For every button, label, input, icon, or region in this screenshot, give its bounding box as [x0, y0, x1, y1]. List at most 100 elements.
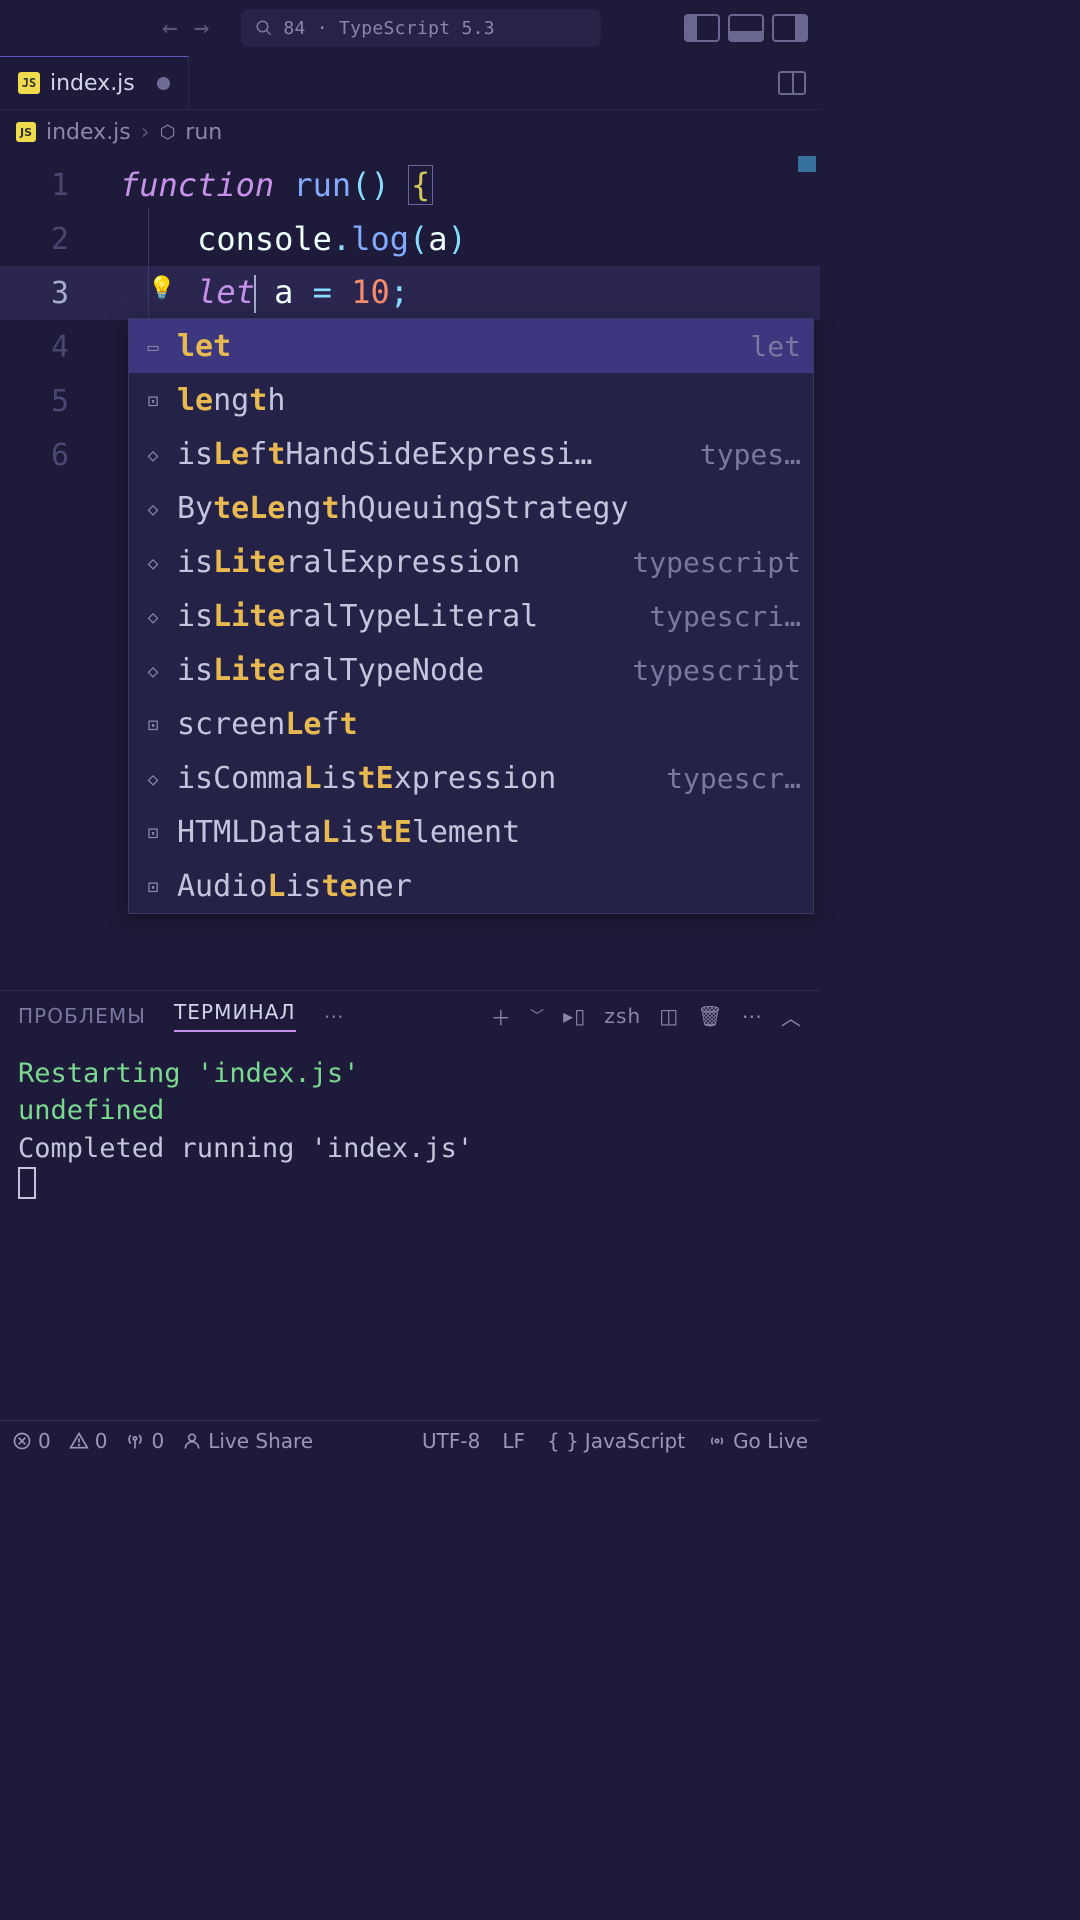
autocomplete-label: ByteLengthQueuingStrategy: [177, 491, 629, 526]
field-icon: ⊡: [141, 391, 165, 409]
autocomplete-label: HTMLDataListElement: [177, 815, 520, 850]
tab-problems[interactable]: ПРОБЛЕМЫ: [18, 1004, 146, 1028]
status-golive[interactable]: Go Live: [707, 1429, 808, 1453]
autocomplete-item[interactable]: ▭ let let: [129, 319, 813, 373]
terminal-line: Completed running: [18, 1133, 311, 1164]
lightbulb-icon[interactable]: 💡: [148, 276, 175, 301]
modified-indicator-icon: [157, 77, 170, 90]
error-icon: [12, 1431, 32, 1451]
method-icon: ◇: [141, 661, 165, 679]
shell-label[interactable]: zsh: [604, 1004, 641, 1028]
tab-index-js[interactable]: JS index.js: [0, 56, 189, 109]
toggle-panel-icon[interactable]: [728, 14, 764, 42]
autocomplete-detail: typescript: [632, 654, 801, 687]
autocomplete-item[interactable]: ⊡ AudioListener: [129, 859, 813, 913]
symbol-icon: ⬡: [160, 122, 176, 143]
new-terminal-icon[interactable]: ＋: [491, 1002, 512, 1031]
autocomplete-label: length: [177, 383, 285, 418]
tab-bar: JS index.js: [0, 56, 820, 110]
warning-icon: [69, 1431, 89, 1451]
split-editor-icon[interactable]: [778, 71, 806, 95]
code-line: 2 console.log(a): [0, 212, 820, 266]
line-number: 6: [0, 438, 120, 473]
terminal-cursor: [18, 1167, 36, 1199]
status-language[interactable]: { } JavaScript: [547, 1429, 685, 1453]
autocomplete-detail: typescript: [632, 546, 801, 579]
chevron-down-icon[interactable]: ﹀: [530, 1006, 545, 1026]
text-cursor: [254, 275, 256, 313]
terminal-output[interactable]: Restarting 'index.js' undefined Complete…: [0, 1041, 820, 1223]
autocomplete-label: isLiteralTypeLiteral: [177, 599, 538, 634]
method-icon: ◇: [141, 769, 165, 787]
autocomplete-popup[interactable]: ▭ let let ⊡ length ◇ isLeftHandSideExpressi… ty…: [128, 318, 814, 914]
autocomplete-label: let: [177, 329, 231, 364]
autocomplete-item[interactable]: ◇isLiteralTypeNodetypescript: [129, 643, 813, 697]
method-icon: ◇: [141, 553, 165, 571]
toggle-primary-sidebar-icon[interactable]: [684, 14, 720, 42]
status-ports[interactable]: 0: [125, 1429, 164, 1453]
chevron-right-icon: ›: [141, 120, 150, 145]
braces-icon: { }: [547, 1429, 579, 1453]
js-file-icon: JS: [16, 122, 36, 142]
js-file-icon: JS: [18, 72, 40, 94]
tab-terminal[interactable]: ТЕРМИНАЛ: [174, 1000, 296, 1032]
tab-label: index.js: [50, 71, 135, 96]
status-errors[interactable]: 0: [12, 1429, 51, 1453]
status-bar: 0 0 0 Live Share UTF-8 LF { } JavaScript…: [0, 1420, 820, 1460]
method-icon: ◇: [141, 499, 165, 517]
autocomplete-label: screenLeft: [177, 707, 358, 742]
autocomplete-label: AudioListener: [177, 869, 412, 904]
autocomplete-item[interactable]: ⊡ length: [129, 373, 813, 427]
search-icon: [255, 19, 273, 37]
status-warnings[interactable]: 0: [69, 1429, 108, 1453]
toggle-secondary-sidebar-icon[interactable]: [772, 14, 808, 42]
status-eol[interactable]: LF: [502, 1429, 525, 1453]
broadcast-icon: [707, 1431, 727, 1451]
field-icon: ⊡: [141, 715, 165, 733]
autocomplete-detail: typescri…: [649, 600, 801, 633]
field-icon: ⊡: [141, 877, 165, 895]
breadcrumb[interactable]: JS index.js › ⬡ run: [0, 110, 820, 154]
autocomplete-item[interactable]: ◇ isLeftHandSideExpressi… types…: [129, 427, 813, 481]
title-bar: ← → 84 · TypeScript 5.3: [0, 0, 820, 56]
autocomplete-item[interactable]: ⊡ screenLeft: [129, 697, 813, 751]
panel-tabs: ПРОБЛЕМЫ ТЕРМИНАЛ ⋯ ＋ ﹀ ▸▯ zsh ◫ 🗑 ⋯ ︿: [0, 991, 820, 1041]
trash-icon[interactable]: 🗑: [697, 1004, 724, 1028]
autocomplete-item[interactable]: ◇ ByteLengthQueuingStrategy: [129, 481, 813, 535]
breadcrumb-symbol: run: [185, 120, 222, 145]
liveshare-icon: [182, 1431, 202, 1451]
line-number: 2: [0, 222, 120, 257]
more-icon[interactable]: ⋯: [324, 1004, 345, 1028]
status-liveshare[interactable]: Live Share: [182, 1429, 313, 1453]
command-center-text: 84 · TypeScript 5.3: [283, 18, 495, 39]
autocomplete-item[interactable]: ◇isLiteralExpressiontypescript: [129, 535, 813, 589]
run-task-icon[interactable]: ▸▯: [563, 1004, 586, 1028]
autocomplete-item[interactable]: ◇isCommaListExpressiontypescr…: [129, 751, 813, 805]
autocomplete-item[interactable]: ⊡HTMLDataListElement: [129, 805, 813, 859]
minimap[interactable]: [798, 156, 816, 172]
bottom-panel: ПРОБЛЕМЫ ТЕРМИНАЛ ⋯ ＋ ﹀ ▸▯ zsh ◫ 🗑 ⋯ ︿ R…: [0, 990, 820, 1420]
radio-tower-icon: [125, 1431, 145, 1451]
autocomplete-item[interactable]: ◇ isLiteralTypeLiteral typescri…: [129, 589, 813, 643]
line-number: 3: [0, 276, 120, 311]
keyword-icon: ▭: [141, 337, 165, 355]
method-icon: ◇: [141, 607, 165, 625]
autocomplete-label: isLeftHandSideExpressi…: [177, 437, 592, 472]
split-terminal-icon[interactable]: ◫: [659, 1004, 679, 1028]
status-encoding[interactable]: UTF-8: [422, 1429, 480, 1453]
indent-guide: [148, 208, 149, 318]
nav-back-icon[interactable]: ←: [162, 13, 178, 43]
chevron-up-icon[interactable]: ︿: [781, 1002, 802, 1031]
autocomplete-detail: types…: [700, 438, 801, 471]
autocomplete-detail: typescr…: [666, 762, 801, 795]
more-icon[interactable]: ⋯: [742, 1004, 763, 1028]
command-center[interactable]: 84 · TypeScript 5.3: [241, 9, 601, 47]
line-number: 1: [0, 168, 120, 203]
layout-buttons: [684, 14, 808, 42]
terminal-line: Restarting: [18, 1058, 197, 1089]
nav-forward-icon[interactable]: →: [194, 13, 210, 43]
method-icon: ◇: [141, 445, 165, 463]
breadcrumb-file: index.js: [46, 120, 131, 145]
autocomplete-detail: let: [750, 330, 801, 363]
terminal-line: undefined: [18, 1095, 164, 1126]
